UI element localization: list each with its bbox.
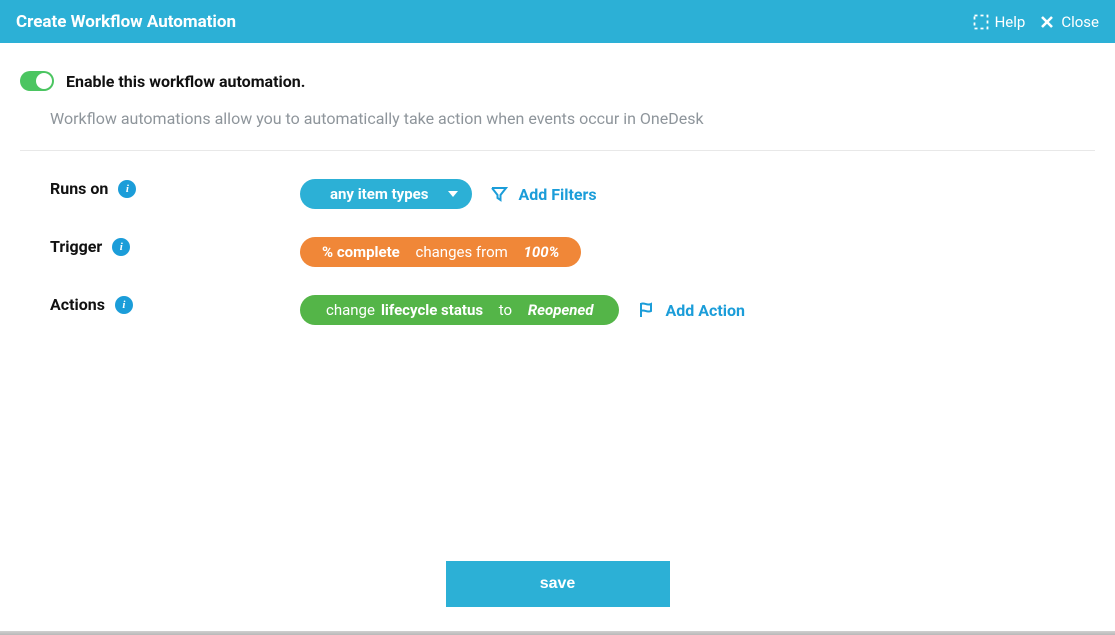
close-label: Close (1061, 13, 1099, 31)
close-button[interactable]: Close (1039, 13, 1099, 31)
add-filters-button[interactable]: Add Filters (490, 185, 596, 204)
modal-header: Create Workflow Automation Help Close (0, 0, 1115, 43)
chevron-down-icon (448, 191, 458, 197)
trigger-verb: changes from (416, 243, 508, 261)
footer: save (0, 561, 1115, 607)
header-actions: Help Close (973, 13, 1099, 31)
info-icon[interactable]: i (115, 296, 133, 314)
actions-label: Actions (50, 295, 105, 314)
info-icon[interactable]: i (112, 238, 130, 256)
modal-title: Create Workflow Automation (16, 12, 236, 32)
trigger-body: % complete changes from 100% (300, 237, 581, 267)
actions-body: change lifecycle status to Reopened Add … (300, 295, 745, 325)
help-button[interactable]: Help (973, 13, 1026, 31)
trigger-label: Trigger (50, 237, 102, 256)
bottom-edge (0, 631, 1115, 635)
close-icon (1039, 14, 1055, 30)
add-filters-label: Add Filters (518, 185, 596, 204)
add-action-button[interactable]: Add Action (637, 301, 744, 320)
enable-label: Enable this workflow automation. (66, 72, 305, 91)
runs-on-label: Runs on (50, 179, 108, 198)
enable-toggle[interactable] (20, 71, 54, 91)
action-connector: to (499, 301, 512, 319)
trigger-section: Trigger i % complete changes from 100% (20, 209, 1095, 267)
trigger-value: 100% (524, 243, 560, 261)
filter-icon (490, 185, 508, 203)
actions-section: Actions i change lifecycle status to Reo… (20, 267, 1095, 325)
actions-label-wrap: Actions i (20, 295, 300, 314)
runs-on-body: any item types Add Filters (300, 179, 597, 209)
runs-on-label-wrap: Runs on i (20, 179, 300, 198)
trigger-pill[interactable]: % complete changes from 100% (300, 237, 581, 267)
modal-content: Enable this workflow automation. Workflo… (0, 43, 1115, 325)
trigger-label-wrap: Trigger i (20, 237, 300, 256)
runs-on-section: Runs on i any item types Add Filters (20, 151, 1095, 209)
trigger-field: % complete (322, 243, 400, 261)
action-pill[interactable]: change lifecycle status to Reopened (300, 295, 619, 325)
add-action-label: Add Action (665, 301, 744, 320)
help-label: Help (995, 13, 1026, 31)
action-value: Reopened (528, 301, 594, 319)
item-types-value: any item types (330, 185, 428, 203)
save-button[interactable]: save (446, 561, 670, 607)
action-field: lifecycle status (381, 301, 483, 319)
flag-icon (637, 301, 655, 319)
action-verb: change (326, 301, 375, 319)
enable-row: Enable this workflow automation. (20, 71, 1095, 91)
item-types-dropdown[interactable]: any item types (300, 179, 472, 209)
description-text: Workflow automations allow you to automa… (20, 109, 1095, 150)
toggle-knob (36, 73, 52, 89)
info-icon[interactable]: i (118, 180, 136, 198)
help-icon (973, 14, 989, 30)
